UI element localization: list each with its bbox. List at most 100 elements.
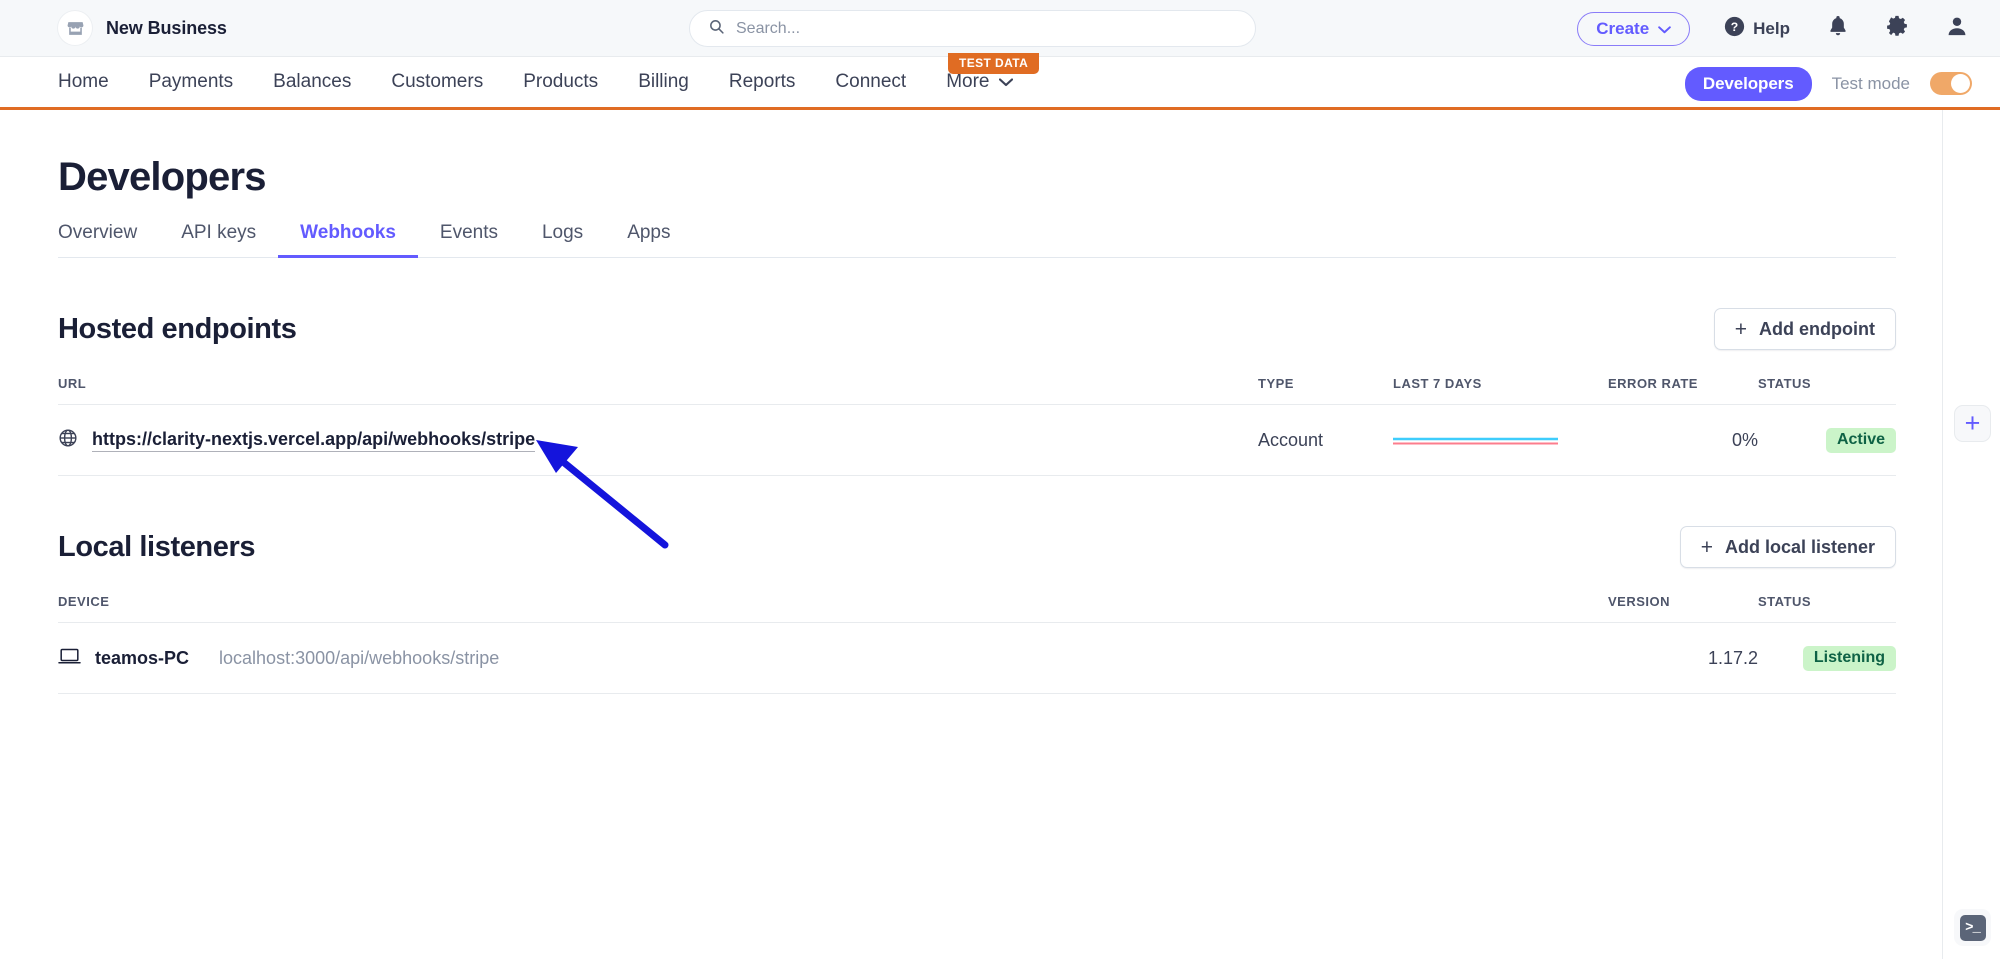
search-icon <box>708 18 725 40</box>
notifications-button[interactable] <box>1828 15 1848 42</box>
tab-api-keys[interactable]: API keys <box>159 222 278 257</box>
plus-icon: + <box>1735 319 1747 340</box>
nav-item-label: Billing <box>638 71 689 93</box>
test-mode-toggle[interactable] <box>1930 72 1972 95</box>
user-avatar-icon <box>1946 15 1968 42</box>
tab-label: API keys <box>181 222 256 243</box>
bell-icon <box>1828 15 1848 42</box>
column-error-rate: ERROR RATE <box>1608 376 1758 405</box>
help-label: Help <box>1753 19 1790 39</box>
column-url: URL <box>58 376 1258 405</box>
listener-status-cell: Listening <box>1758 623 1896 694</box>
tab-label: Apps <box>627 222 670 243</box>
listener-device-name: teamos-PC <box>95 648 189 669</box>
tab-label: Overview <box>58 222 137 243</box>
add-endpoint-label: Add endpoint <box>1759 319 1875 340</box>
chevron-down-icon <box>1658 19 1671 39</box>
rail-terminal-button[interactable]: >_ <box>1954 909 1991 946</box>
add-local-listener-button[interactable]: + Add local listener <box>1680 526 1896 568</box>
table-header-row: URL TYPE LAST 7 DAYS ERROR RATE STATUS <box>58 376 1896 405</box>
nav-item-connect[interactable]: Connect <box>815 71 926 93</box>
table-header: DEVICE VERSION STATUS <box>58 594 1896 623</box>
toggle-knob <box>1951 74 1970 93</box>
nav-item-label: Payments <box>149 71 233 93</box>
tab-label: Webhooks <box>300 222 396 243</box>
nav-item-label: Products <box>523 71 598 93</box>
search-input[interactable]: Search... <box>689 10 1256 47</box>
brand-name: New Business <box>106 18 227 39</box>
endpoint-url-link[interactable]: https://clarity-nextjs.vercel.app/api/we… <box>92 429 535 452</box>
brand[interactable]: New Business <box>58 11 227 45</box>
endpoint-error-rate: 0% <box>1608 405 1758 476</box>
table-row[interactable]: teamos-PC localhost:3000/api/webhooks/st… <box>58 623 1896 694</box>
table-body: https://clarity-nextjs.vercel.app/api/we… <box>58 405 1896 476</box>
question-circle-icon: ? <box>1724 16 1745 42</box>
nav-item-label: Customers <box>391 71 483 93</box>
page-content: Developers Overview API keys Webhooks Ev… <box>58 110 1898 694</box>
nav-item-payments[interactable]: Payments <box>129 71 253 93</box>
test-data-badge: TEST DATA <box>948 53 1039 74</box>
nav-item-label: Reports <box>729 71 796 93</box>
tab-label: Logs <box>542 222 583 243</box>
endpoint-type: Account <box>1258 405 1393 476</box>
globe-icon <box>58 428 78 453</box>
listener-version: 1.17.2 <box>1608 623 1758 694</box>
search-container[interactable]: Search... <box>689 10 1256 47</box>
status-badge: Listening <box>1803 646 1896 671</box>
column-device: DEVICE <box>58 594 1608 623</box>
account-button[interactable] <box>1946 15 1968 42</box>
nav-item-billing[interactable]: Billing <box>618 71 709 93</box>
terminal-icon: >_ <box>1960 915 1986 941</box>
hosted-endpoints-title: Hosted endpoints <box>58 313 297 346</box>
create-button-label: Create <box>1596 19 1649 39</box>
hosted-endpoints-header: Hosted endpoints + Add endpoint <box>58 308 1896 350</box>
tab-apps[interactable]: Apps <box>605 222 692 257</box>
tab-logs[interactable]: Logs <box>520 222 605 257</box>
nav-item-balances[interactable]: Balances <box>253 71 371 93</box>
gear-icon <box>1886 15 1908 42</box>
endpoint-url-cell[interactable]: https://clarity-nextjs.vercel.app/api/we… <box>58 405 1258 476</box>
nav-item-label: Home <box>58 71 109 93</box>
column-status: STATUS <box>1758 376 1896 405</box>
nav-items: Home Payments Balances Customers Product… <box>58 71 1033 93</box>
tab-webhooks[interactable]: Webhooks <box>278 222 418 257</box>
column-type: TYPE <box>1258 376 1393 405</box>
nav-item-label: More <box>946 71 989 93</box>
nav-item-customers[interactable]: Customers <box>371 71 503 93</box>
storefront-icon <box>58 11 92 45</box>
page-body: Developers Overview API keys Webhooks Ev… <box>0 110 2000 959</box>
developers-tabs: Overview API keys Webhooks Events Logs A… <box>58 222 1896 258</box>
listener-device-cell: teamos-PC localhost:3000/api/webhooks/st… <box>58 623 1608 694</box>
nav-right-controls: Developers Test mode <box>1685 57 1972 110</box>
svg-text:?: ? <box>1731 19 1738 33</box>
last-7-days-sparkline <box>1393 434 1558 448</box>
add-endpoint-button[interactable]: + Add endpoint <box>1714 308 1896 350</box>
page-title: Developers <box>58 110 1898 200</box>
endpoint-status-cell: Active <box>1758 405 1896 476</box>
table-header: URL TYPE LAST 7 DAYS ERROR RATE STATUS <box>58 376 1896 405</box>
nav-item-more[interactable]: More <box>926 71 1032 93</box>
top-bar-actions: Create ? Help <box>1577 0 1976 57</box>
rail-add-button[interactable]: + <box>1954 405 1991 442</box>
nav-item-label: Balances <box>273 71 351 93</box>
help-button[interactable]: ? Help <box>1724 16 1790 42</box>
nav-item-products[interactable]: Products <box>503 71 618 93</box>
tab-events[interactable]: Events <box>418 222 520 257</box>
column-last-7-days: LAST 7 DAYS <box>1393 376 1608 405</box>
nav-item-home[interactable]: Home <box>58 71 129 93</box>
create-button[interactable]: Create <box>1577 12 1690 46</box>
listener-forward-url: localhost:3000/api/webhooks/stripe <box>219 648 499 669</box>
developers-pill[interactable]: Developers <box>1685 67 1812 101</box>
chevron-down-icon <box>999 71 1013 93</box>
nav-item-reports[interactable]: Reports <box>709 71 816 93</box>
plus-icon: + <box>1701 537 1713 558</box>
column-status: STATUS <box>1758 594 1896 623</box>
table-row[interactable]: https://clarity-nextjs.vercel.app/api/we… <box>58 405 1896 476</box>
tab-overview[interactable]: Overview <box>58 222 159 257</box>
hosted-endpoints-table: URL TYPE LAST 7 DAYS ERROR RATE STATUS <box>58 376 1896 476</box>
column-version: VERSION <box>1608 594 1758 623</box>
add-local-listener-label: Add local listener <box>1725 537 1875 558</box>
settings-button[interactable] <box>1886 15 1908 42</box>
test-mode-label: Test mode <box>1832 74 1910 94</box>
status-badge: Active <box>1826 428 1896 453</box>
